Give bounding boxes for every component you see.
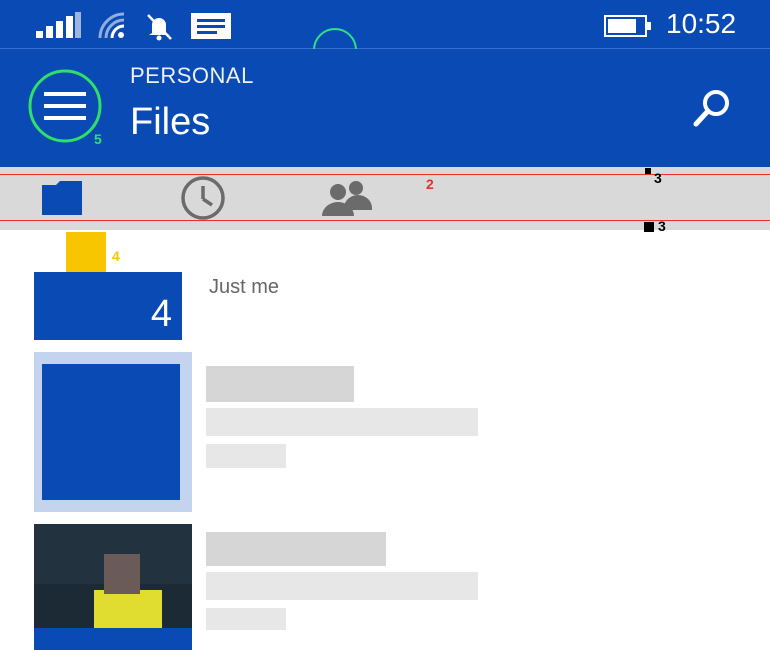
annotation-label-5: 5 xyxy=(94,131,102,147)
blurred-text xyxy=(206,608,286,630)
search-icon[interactable] xyxy=(692,89,732,129)
wifi-icon xyxy=(98,12,125,39)
photo-thumbnail-blurred xyxy=(34,524,192,650)
message-icon xyxy=(191,13,231,39)
blurred-text xyxy=(206,444,286,468)
tab-folder[interactable] xyxy=(32,175,92,221)
annotation-marker-4 xyxy=(66,232,106,272)
folder-label: Just me xyxy=(209,276,280,298)
hamburger-icon xyxy=(28,69,102,143)
tab-shared[interactable] xyxy=(316,175,376,221)
tab-recent[interactable] xyxy=(173,175,233,221)
folder-icon xyxy=(42,181,82,215)
blurred-text xyxy=(206,532,386,566)
annotation-label-3b: 3 xyxy=(658,218,666,234)
annotation-label-4: 4 xyxy=(112,248,120,264)
list-item[interactable] xyxy=(0,524,770,650)
header-subtitle: PERSONAL xyxy=(130,63,254,88)
list-item[interactable] xyxy=(0,352,770,514)
blurred-text xyxy=(206,572,478,600)
annotation-label-3a: 3 xyxy=(654,170,662,186)
clock-icon xyxy=(181,176,225,220)
blurred-text xyxy=(206,366,354,402)
bell-mute-icon xyxy=(147,14,172,41)
signal-icon xyxy=(36,12,81,38)
page-title: Files xyxy=(130,101,211,143)
marker-line-bottom xyxy=(0,220,770,221)
folder-tile-blurred xyxy=(34,352,192,512)
status-bar: 10:52 xyxy=(0,0,770,49)
battery-icon xyxy=(604,15,651,37)
annotation-label-2: 2 xyxy=(426,176,434,192)
annotation-marker-3b xyxy=(644,222,654,232)
status-clock: 10:52 xyxy=(666,8,737,39)
folder-tile: 4 xyxy=(34,272,182,340)
hamburger-menu-button[interactable] xyxy=(28,69,102,143)
list-item[interactable]: 4 Just me xyxy=(0,272,770,342)
blurred-text xyxy=(206,408,478,436)
people-icon xyxy=(322,181,372,216)
annotation-marker-3a xyxy=(645,168,651,174)
folder-count: 4 xyxy=(150,293,172,335)
app-header: 5 PERSONAL Files xyxy=(0,49,770,167)
